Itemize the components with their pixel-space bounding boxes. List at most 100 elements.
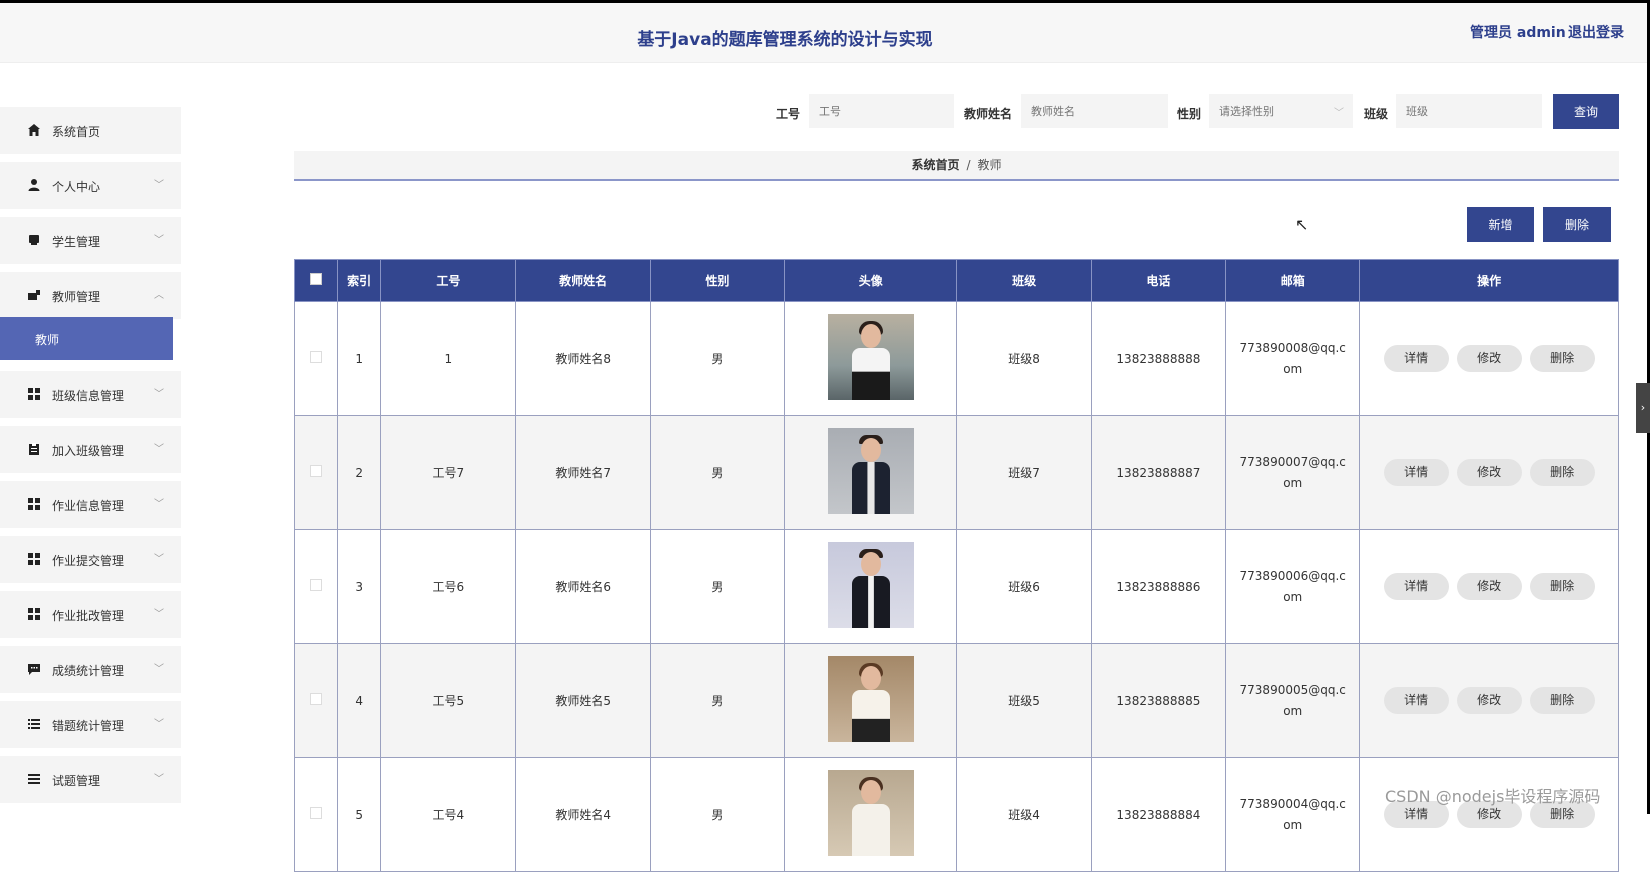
chevron-down-icon: ﹀	[154, 774, 164, 785]
teacher-table: 索引 工号 教师姓名 性别 头像 班级 电话 邮箱 操作 1 1 教师姓名8 男	[293, 259, 1619, 872]
avatar-image	[827, 542, 914, 628]
chevron-right-icon: ›	[1640, 401, 1646, 414]
edit-button[interactable]: 修改	[1456, 687, 1522, 714]
chevron-down-icon: ﹀	[154, 664, 164, 675]
detail-button[interactable]: 详情	[1383, 459, 1449, 486]
sidebar-subitem-label: 教师	[35, 333, 60, 347]
delete-button[interactable]: 删除	[1529, 573, 1595, 600]
avatar-image	[827, 428, 914, 514]
sidebar-item-score-stats[interactable]: 成绩统计管理 ﹀	[0, 646, 181, 693]
list-icon	[28, 774, 40, 784]
table-row: 3 工号6 教师姓名6 男 班级6 13823888886 773890006@…	[293, 529, 1619, 644]
select-all-cell[interactable]	[293, 259, 339, 302]
sidebar-item-label: 作业信息管理	[52, 499, 125, 513]
name-cell: 教师姓名8	[515, 301, 651, 416]
row-checkbox[interactable]	[310, 351, 323, 363]
column-header: 索引	[337, 259, 382, 302]
name-cell: 教师姓名6	[515, 529, 651, 644]
gender-label: 性别	[1177, 107, 1202, 121]
logout-link[interactable]: 退出登录	[1568, 22, 1624, 42]
sidebar-item-homework-grading[interactable]: 作业批改管理 ﹀	[0, 591, 181, 638]
search-bar: 工号 教师姓名 性别 ﹀ 班级 查询	[0, 94, 1650, 129]
chevron-down-icon: ﹀	[154, 719, 164, 730]
edit-button[interactable]: 修改	[1456, 573, 1522, 600]
edit-button[interactable]: 修改	[1456, 345, 1522, 372]
list-icon	[28, 719, 40, 729]
sidebar-item-label: 成绩统计管理	[52, 664, 125, 678]
row-select-cell[interactable]	[293, 757, 339, 872]
column-header: 班级	[956, 259, 1092, 302]
sidebar-item-join-class[interactable]: 加入班级管理 ﹀	[0, 426, 181, 473]
email-text: 773890007@qq.com	[1239, 454, 1346, 490]
class-cell: 班级5	[956, 643, 1092, 758]
delete-button[interactable]: 删除	[1529, 687, 1595, 714]
name-cell: 教师姓名4	[515, 757, 651, 872]
class-cell: 班级4	[956, 757, 1092, 872]
class-input[interactable]	[1396, 94, 1542, 128]
chevron-down-icon: ﹀	[154, 609, 164, 620]
avatar-cell	[784, 301, 958, 416]
sidebar-item-homework-submit[interactable]: 作业提交管理 ﹀	[0, 536, 181, 583]
grid-icon	[28, 388, 40, 400]
index-cell: 4	[337, 643, 382, 758]
gender-select[interactable]	[1209, 94, 1353, 128]
table-row: 2 工号7 教师姓名7 男 班级7 13823888887 773890007@…	[293, 415, 1619, 530]
operations-cell: 详情 修改 删除	[1359, 529, 1619, 644]
breadcrumb-home[interactable]: 系统首页	[911, 158, 959, 172]
row-select-cell[interactable]	[293, 415, 339, 530]
email-cell: 773890008@qq.com	[1225, 301, 1361, 416]
sidebar-item-label: 班级信息管理	[52, 389, 125, 403]
detail-button[interactable]: 详情	[1383, 573, 1449, 600]
sidebar-item-students[interactable]: 学生管理 ﹀	[0, 217, 181, 264]
delete-button[interactable]: 删除	[1529, 345, 1595, 372]
row-select-cell[interactable]	[293, 643, 339, 758]
sidebar-item-homework-info[interactable]: 作业信息管理 ﹀	[0, 481, 181, 528]
id-label: 工号	[776, 107, 801, 121]
detail-button[interactable]: 详情	[1383, 345, 1449, 372]
sidebar-item-teachers[interactable]: 教师管理 ︿	[0, 272, 181, 319]
gender-cell: 男	[649, 643, 786, 758]
chevron-down-icon: ﹀	[154, 499, 164, 510]
side-toggle-tab[interactable]: ›	[1636, 383, 1650, 433]
class-cell: 班级8	[956, 301, 1092, 416]
sidebar-item-label: 错题统计管理	[52, 719, 125, 733]
operations-cell: 详情 修改 删除	[1359, 643, 1619, 758]
sidebar-item-error-stats[interactable]: 错题统计管理 ﹀	[0, 701, 181, 748]
avatar-cell	[784, 757, 958, 872]
delete-button[interactable]: 删除	[1529, 459, 1595, 486]
add-button[interactable]: 新增	[1467, 207, 1534, 242]
name-cell: 教师姓名5	[515, 643, 651, 758]
sidebar-item-class-info[interactable]: 班级信息管理 ﹀	[0, 371, 181, 418]
email-cell: 773890005@qq.com	[1225, 643, 1361, 758]
sidebar-subitem-teacher[interactable]: 教师	[0, 317, 173, 360]
chevron-down-icon: ﹀	[154, 235, 164, 246]
watermark: CSDN @nodejs毕设程序源码	[1385, 787, 1601, 806]
batch-delete-button[interactable]: 删除	[1543, 207, 1611, 242]
row-select-cell[interactable]	[293, 529, 339, 644]
id-input[interactable]	[809, 94, 954, 128]
breadcrumb: 系统首页 / 教师	[294, 151, 1619, 181]
row-select-cell[interactable]	[293, 301, 339, 416]
app-title: 基于Java的题库管理系统的设计与实现	[637, 30, 933, 50]
edit-button[interactable]: 修改	[1456, 459, 1522, 486]
name-input[interactable]	[1021, 94, 1168, 128]
detail-button[interactable]: 详情	[1383, 687, 1449, 714]
index-cell: 2	[337, 415, 382, 530]
id-cell: 工号7	[380, 415, 517, 530]
row-checkbox[interactable]	[310, 807, 323, 819]
avatar-image	[827, 770, 914, 856]
select-all-checkbox[interactable]	[310, 273, 323, 285]
sidebar-item-profile[interactable]: 个人中心 ﹀	[0, 162, 181, 209]
column-header: 头像	[784, 259, 958, 302]
query-button[interactable]: 查询	[1553, 94, 1619, 129]
row-checkbox[interactable]	[310, 579, 323, 591]
mouse-cursor-icon: ↖	[1295, 215, 1309, 234]
gender-cell: 男	[649, 757, 786, 872]
chevron-down-icon: ﹀	[154, 389, 164, 400]
row-checkbox[interactable]	[310, 465, 323, 477]
table-header-row: 索引 工号 教师姓名 性别 头像 班级 电话 邮箱 操作	[293, 259, 1619, 302]
teacher-icon	[28, 290, 40, 300]
id-cell: 工号4	[380, 757, 517, 872]
sidebar-item-questions[interactable]: 试题管理 ﹀	[0, 756, 181, 803]
row-checkbox[interactable]	[310, 693, 323, 705]
